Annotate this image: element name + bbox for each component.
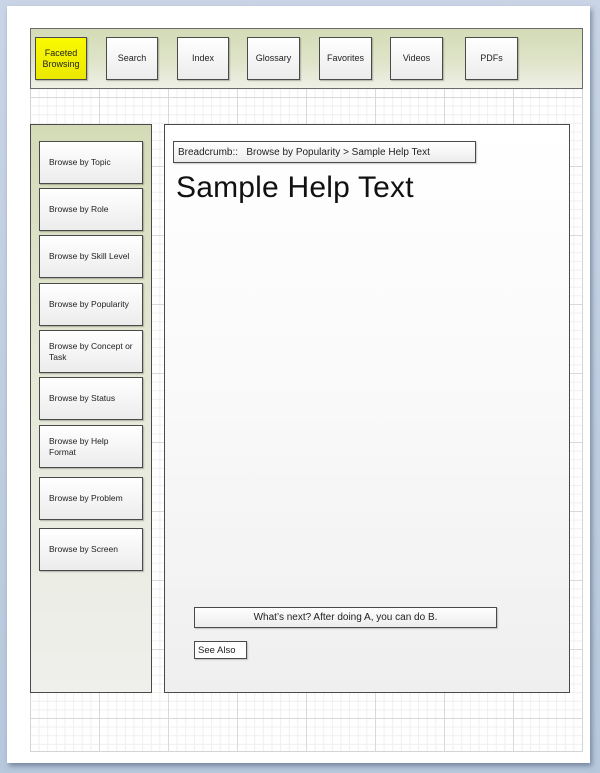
facet-sidebar: Browse by Topic Browse by Role Browse by… — [30, 124, 152, 693]
sidebar-item-label: Browse by Help Format — [49, 435, 109, 457]
nav-index-button[interactable]: Index — [177, 37, 229, 80]
sidebar-item-topic[interactable]: Browse by Topic — [39, 141, 143, 184]
sidebar-item-label: Browse by Screen — [49, 544, 118, 554]
nav-favorites-button[interactable]: Favorites — [319, 37, 372, 80]
sidebar-item-concept-or-task[interactable]: Browse by Concept or Task — [39, 330, 143, 373]
see-also-link[interactable]: See Also — [194, 641, 247, 659]
nav-label: Search — [117, 53, 147, 63]
nav-label: Faceted Browsing — [42, 47, 80, 69]
nav-label: Favorites — [326, 53, 364, 63]
sidebar-item-label: Browse by Problem — [49, 493, 123, 503]
sidebar-item-skill-level[interactable]: Browse by Skill Level — [39, 235, 143, 278]
nav-glossary-button[interactable]: Glossary — [247, 37, 300, 80]
nav-search-button[interactable]: Search — [106, 37, 158, 80]
sidebar-item-label: Browse by Popularity — [49, 299, 129, 309]
sidebar-item-label: Browse by Concept or Task — [49, 340, 133, 362]
breadcrumb[interactable]: Breadcrumb:: Browse by Popularity > Samp… — [173, 141, 476, 163]
nav-pdfs-button[interactable]: PDFs — [465, 37, 518, 80]
nav-label: PDFs — [480, 53, 503, 63]
sidebar-item-status[interactable]: Browse by Status — [39, 377, 143, 420]
nav-label: Index — [191, 53, 215, 63]
nav-faceted-browsing-button[interactable]: Faceted Browsing — [35, 37, 87, 80]
whats-next-box: What’s next? After doing A, you can do B… — [194, 607, 497, 628]
top-navigation-bar: Faceted Browsing Search Index Glossary F… — [30, 28, 583, 89]
sidebar-item-role[interactable]: Browse by Role — [39, 188, 143, 231]
wireframe-page: Faceted Browsing Search Index Glossary F… — [7, 6, 590, 763]
sidebar-item-label: Browse by Topic — [49, 157, 111, 167]
sidebar-item-label: Browse by Status — [49, 393, 116, 403]
page-title: Sample Help Text — [176, 171, 414, 204]
nav-videos-button[interactable]: Videos — [390, 37, 443, 80]
sidebar-item-label: Browse by Skill Level — [49, 251, 130, 261]
nav-label: Glossary — [255, 53, 292, 63]
nav-label: Videos — [402, 53, 431, 63]
sidebar-item-problem[interactable]: Browse by Problem — [39, 477, 143, 520]
sidebar-item-label: Browse by Role — [49, 204, 109, 214]
sidebar-item-popularity[interactable]: Browse by Popularity — [39, 283, 143, 326]
help-content-panel: Breadcrumb:: Browse by Popularity > Samp… — [164, 124, 570, 693]
sidebar-item-screen[interactable]: Browse by Screen — [39, 528, 143, 571]
sidebar-item-help-format[interactable]: Browse by Help Format — [39, 425, 143, 468]
